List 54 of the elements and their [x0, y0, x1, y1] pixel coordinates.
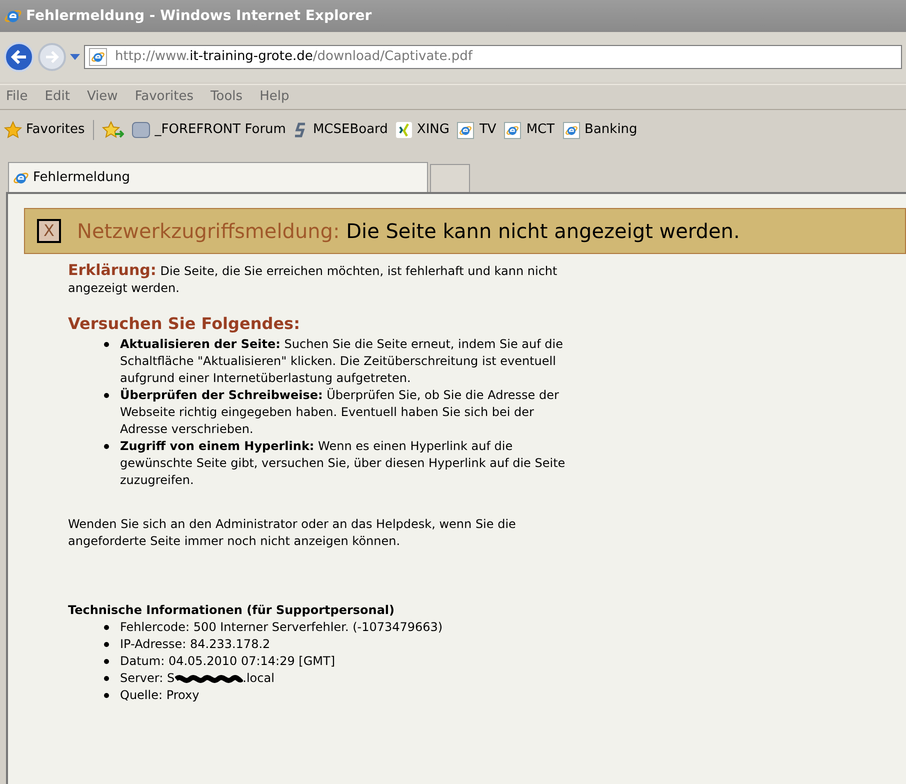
info-text: IP-Adresse: 84.233.178.2 — [120, 636, 270, 653]
menu-item[interactable]: Tools — [210, 87, 243, 107]
favorite-link[interactable]: _FOREFRONT Forum — [154, 120, 286, 140]
add-favorite-icon[interactable] — [102, 121, 124, 139]
info-text: Server: S — [120, 670, 175, 687]
technical-heading: Technische Informationen (für Supportpersonal) — [68, 602, 396, 619]
bullet-icon — [104, 642, 109, 647]
bullet-icon — [104, 444, 109, 449]
suggestion-text: Aktualisieren der Seite: Suchen Sie die Seite erneut, indem Sie auf die Schaltfläche "Aktualisieren" klicken. Die Zeitüberschreitung ist eventuell aufgrund einer Internetüberlastung aufgetreten. — [120, 336, 564, 387]
suggestions-heading: Versuchen Sie Folgendes: — [68, 315, 301, 332]
menu-item[interactable]: Edit — [44, 87, 70, 107]
suggestion-text: Zugriff von einem Hyperlink: Wenn es einen Hyperlink auf die gewünschte Seite gibt, versuchen Sie, über diesen Hyperlink auf die Seite zuzugreifen. — [120, 438, 566, 489]
menu-item[interactable]: File — [6, 87, 28, 107]
browser-logo-icon — [564, 124, 578, 136]
new-tab-button[interactable] — [430, 164, 470, 192]
banner-message: Die Seite kann nicht angezeigt werden. — [346, 219, 740, 243]
browser-logo-icon — [91, 50, 105, 64]
info-text: Datum: 04.05.2010 07:14:29 [GMT] — [120, 653, 336, 670]
favorite-link[interactable]: Banking — [584, 120, 638, 140]
browser-logo-icon — [506, 124, 520, 136]
favorite-link[interactable]: MCT — [526, 120, 555, 140]
banner-label: Netzwerkzugriffsmeldung: — [77, 219, 340, 243]
right-arrow-icon — [45, 51, 59, 63]
menu-item[interactable]: Favorites — [134, 87, 194, 107]
bullet-icon — [104, 693, 109, 698]
browser-tab[interactable]: Fehlermeldung — [8, 162, 428, 192]
address-field[interactable]: http://www.it-training-grote.de/download/Captivate.pdf — [84, 45, 902, 69]
url-text: http://www.it-training-grote.de/download/Captivate.pdf — [115, 48, 472, 66]
favorites-button[interactable]: Favorites — [4, 120, 94, 140]
bullet-icon — [104, 659, 109, 664]
back-button[interactable] — [4, 42, 34, 72]
redaction-scribble-icon — [174, 672, 243, 684]
favorite-link[interactable]: XING — [416, 120, 450, 140]
contact-text: Wenden Sie sich an den Administrator oder an das Helpdesk, wenn Sie die angeforderte Seite immer noch nicht anzeigen können. — [68, 516, 517, 550]
explanation-text: Erklärung: Die Seite, die Sie erreichen möchten, ist fehlerhaft und kann nicht angezeigt werden. — [68, 262, 558, 297]
browser-logo-icon — [4, 7, 22, 25]
suggestion-text: Überprüfen der Schreibweise: Überprüfen Sie, ob Sie die Adresse der Webseite richtig eingegeben haben. Eventuell haben Sie sich bei der Adresse verschrieben. — [120, 387, 560, 438]
bullet-icon — [104, 676, 109, 681]
error-x-icon: X — [37, 219, 61, 243]
star-icon — [4, 121, 22, 139]
menu-item[interactable]: View — [86, 87, 118, 107]
info-text: Fehlercode: 500 Interner Serverfehler. (-1073479663) — [120, 619, 443, 636]
info-text: .local — [242, 670, 274, 687]
bullet-icon — [104, 393, 109, 398]
favorite-link[interactable]: TV — [479, 120, 496, 140]
favorite-link[interactable]: MCSEBoard — [312, 120, 388, 140]
info-text: Quelle: Proxy — [120, 687, 200, 704]
menu-item[interactable]: Help — [260, 87, 290, 107]
browser-logo-icon — [459, 124, 472, 136]
bullet-icon — [104, 342, 109, 347]
bullet-icon — [104, 625, 109, 630]
window-title: Fehlermeldung - Windows Internet Explorer — [26, 6, 372, 26]
dropdown-caret-icon[interactable] — [70, 54, 80, 60]
left-arrow-icon — [11, 50, 27, 64]
